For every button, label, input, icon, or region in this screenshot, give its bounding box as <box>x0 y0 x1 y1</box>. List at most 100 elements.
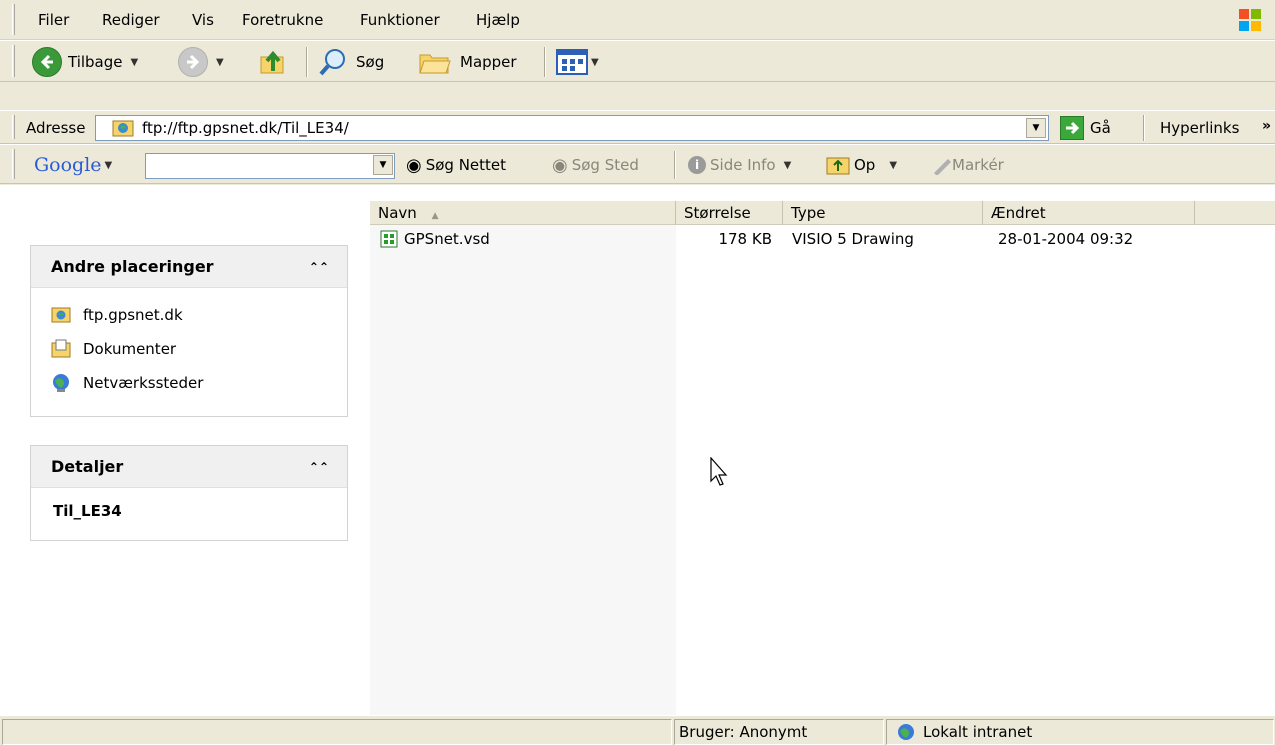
up-dropdown-icon: ▼ <box>889 159 898 171</box>
status-zone: Lokalt intranet <box>886 719 1274 745</box>
up-button[interactable]: Op ▼ <box>826 145 897 185</box>
column-header-label: Navn <box>378 204 417 222</box>
back-button[interactable]: Tilbage ▼ <box>32 41 138 83</box>
menu-vis[interactable]: Vis <box>192 0 214 40</box>
folders-icon <box>419 54 451 74</box>
forward-arrow-icon <box>178 47 208 77</box>
collapse-chevron-icon[interactable]: ⌃⌃ <box>309 260 329 274</box>
search-site-button[interactable]: ◉ Søg Sted <box>552 145 639 185</box>
highlighter-icon <box>934 159 951 175</box>
binoculars-icon: ◉ <box>406 154 422 176</box>
page-info-dropdown-icon: ▼ <box>783 159 792 171</box>
file-name: GPSnet.vsd <box>404 230 490 248</box>
address-bar: Adresse ftp://ftp.gpsnet.dk/Til_LE34/ ▼ … <box>0 110 1275 144</box>
status-zone-label: Lokalt intranet <box>923 723 1033 741</box>
column-header-name[interactable]: Navn ▲ <box>370 201 676 225</box>
forward-dropdown-icon[interactable]: ▼ <box>216 57 224 68</box>
folders-button[interactable]: Mapper <box>418 41 517 83</box>
task-pane: Andre placeringer ⌃⌃ ftp.gpsnet.dk Dokum… <box>0 185 370 715</box>
windows-logo-icon <box>1239 9 1261 31</box>
table-row[interactable]: GPSnet.vsd 178 KB VISIO 5 Drawing 28-01-… <box>370 227 1275 251</box>
file-list[interactable]: Navn ▲ Størrelse Type Ændret GPSnet.vsd … <box>370 185 1275 715</box>
place-label: Dokumenter <box>83 340 177 358</box>
views-dropdown-icon[interactable]: ▼ <box>591 57 599 68</box>
menu-filer[interactable]: Filer <box>38 0 69 40</box>
menu-bar-grip[interactable] <box>12 4 15 35</box>
column-header-modified[interactable]: Ændret <box>983 201 1195 225</box>
up-folder-button[interactable] <box>258 41 288 83</box>
address-label: Adresse <box>26 119 86 137</box>
column-header-type[interactable]: Type <box>783 201 983 225</box>
go-label: Gå <box>1090 119 1111 137</box>
mouse-pointer-icon <box>710 457 728 486</box>
views-button[interactable]: ▼ <box>556 41 599 83</box>
column-header-size[interactable]: Størrelse <box>676 201 783 225</box>
google-toolbar: Google ▼ ▼ ◉ Søg Nettet ◉ Søg Sted i Sid… <box>0 144 1275 184</box>
search-label: Søg <box>356 53 385 71</box>
up-label: Op <box>854 156 876 174</box>
address-bar-grip[interactable] <box>12 115 15 139</box>
google-logo: Google <box>34 154 102 176</box>
collapse-chevron-icon[interactable]: ⌃⌃ <box>309 460 329 474</box>
go-button[interactable]: Gå <box>1060 116 1111 140</box>
file-modified: 28-01-2004 09:32 <box>998 230 1134 248</box>
folders-label: Mapper <box>460 53 517 71</box>
page-info-button[interactable]: i Side Info ▼ <box>688 145 791 185</box>
sort-ascending-icon: ▲ <box>431 211 439 221</box>
explorer-main: Andre placeringer ⌃⌃ ftp.gpsnet.dk Dokum… <box>0 185 1275 715</box>
highlight-button[interactable]: Markér <box>930 145 1004 185</box>
search-icon <box>319 49 345 76</box>
file-type: VISIO 5 Drawing <box>792 230 914 248</box>
address-separator <box>1143 115 1145 141</box>
menu-hjaelp[interactable]: Hjælp <box>476 0 520 40</box>
place-netvaerkssteder[interactable]: Netværkssteder <box>31 366 347 400</box>
other-places-header[interactable]: Andre placeringer ⌃⌃ <box>31 246 347 288</box>
place-label: ftp.gpsnet.dk <box>83 306 183 324</box>
menu-bar: Filer Rediger Vis Foretrukne Funktioner … <box>0 0 1275 40</box>
address-dropdown-icon[interactable]: ▼ <box>1026 118 1046 138</box>
toolbar-grip[interactable] <box>12 45 15 77</box>
search-web-button[interactable]: ◉ Søg Nettet <box>406 145 506 185</box>
up-folder-icon <box>826 157 850 175</box>
search-web-label: Søg Nettet <box>425 156 507 174</box>
search-button[interactable]: Søg <box>318 41 384 83</box>
details-title: Detaljer <box>51 457 124 476</box>
menu-foretrukne[interactable]: Foretrukne <box>242 0 323 40</box>
back-arrow-icon <box>32 47 62 77</box>
hyperlinks-button[interactable]: Hyperlinks <box>1160 111 1239 145</box>
google-toolbar-grip[interactable] <box>12 149 15 179</box>
google-separator <box>674 151 676 179</box>
place-ftp-gpsnet[interactable]: ftp.gpsnet.dk <box>31 298 347 332</box>
google-menu-button[interactable]: Google ▼ <box>34 145 112 185</box>
google-search-input[interactable]: ▼ <box>145 153 395 179</box>
go-arrow-icon <box>1060 116 1084 140</box>
search-site-icon: ◉ <box>552 154 568 176</box>
google-search-dropdown-icon[interactable]: ▼ <box>373 155 393 175</box>
address-input[interactable]: ftp://ftp.gpsnet.dk/Til_LE34/ ▼ <box>95 115 1049 141</box>
documents-folder-icon <box>51 339 71 358</box>
place-label: Netværkssteder <box>83 374 204 392</box>
details-name: Til_LE34 <box>53 502 122 520</box>
menu-rediger[interactable]: Rediger <box>102 0 160 40</box>
other-places-panel: Andre placeringer ⌃⌃ ftp.gpsnet.dk Dokum… <box>30 245 348 417</box>
details-panel: Detaljer ⌃⌃ Til_LE34 <box>30 445 348 541</box>
back-label: Tilbage <box>68 53 123 71</box>
other-places-title: Andre placeringer <box>51 257 214 276</box>
forward-button[interactable]: ▼ <box>178 41 224 83</box>
google-dropdown-icon: ▼ <box>104 159 113 171</box>
details-header[interactable]: Detaljer ⌃⌃ <box>31 446 347 488</box>
back-dropdown-icon[interactable]: ▼ <box>131 57 139 68</box>
menu-funktioner[interactable]: Funktioner <box>360 0 440 40</box>
search-site-label: Søg Sted <box>571 156 639 174</box>
intranet-icon <box>898 724 914 740</box>
views-icon <box>556 49 588 75</box>
file-name-cell: GPSnet.vsd <box>380 227 490 251</box>
status-main <box>2 719 672 745</box>
highlight-label: Markér <box>952 156 1004 174</box>
toolbar-overflow-chevron[interactable]: » <box>1262 111 1271 141</box>
page-info-label: Side Info <box>710 156 776 174</box>
up-folder-icon <box>260 50 284 74</box>
place-dokumenter[interactable]: Dokumenter <box>31 332 347 366</box>
ftp-folder-icon <box>112 120 134 137</box>
status-bar: Bruger: Anonymt Lokalt intranet <box>0 715 1275 745</box>
